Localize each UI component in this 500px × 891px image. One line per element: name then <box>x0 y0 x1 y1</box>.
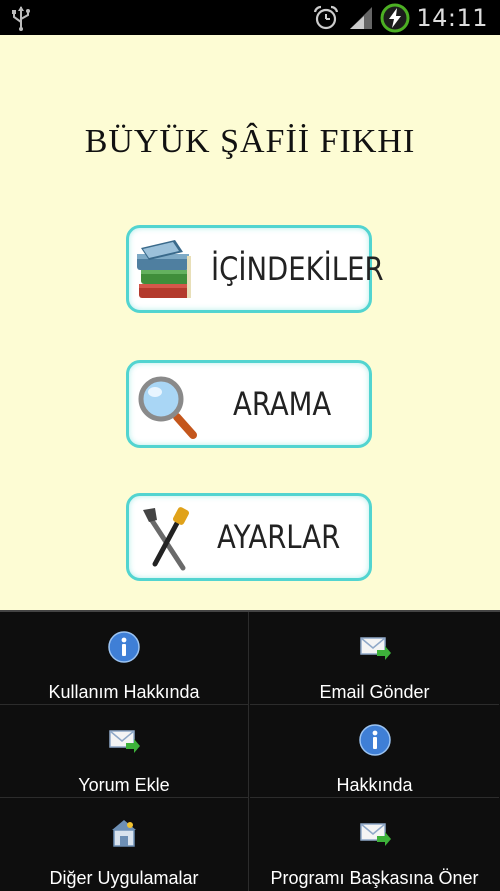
email-send-icon <box>359 637 391 660</box>
menu-label-usage-info: Kullanım Hakkında <box>48 682 200 702</box>
menu-label-about: Hakkında <box>336 775 413 795</box>
settings-button[interactable]: AYARLAR <box>126 493 372 581</box>
menu-label-send-email: Email Gönder <box>319 682 430 702</box>
search-button[interactable]: ARAMA <box>126 360 372 448</box>
options-menu: Kullanım Hakkında Email Gönder Yorum Ekl… <box>0 610 500 891</box>
app-title: BÜYÜK ŞÂFİİ FIKHI <box>84 123 416 160</box>
usb-icon <box>12 6 30 31</box>
menu-item-about[interactable]: Hakkında <box>250 705 499 798</box>
battery-charging-icon <box>380 3 410 32</box>
menu-item-send-email[interactable]: Email Gönder <box>250 612 499 705</box>
status-bar: 14:11 <box>0 0 500 35</box>
menu-item-recommend-app[interactable]: Programı Başkasına Öner <box>250 798 499 891</box>
main-screen: BÜYÜK ŞÂFİİ FIKHI İÇİNDEKİLER ARAMA AYAR… <box>0 35 500 610</box>
clock-time: 14:11 <box>416 3 488 32</box>
search-button-label: ARAMA <box>233 385 332 423</box>
info-icon <box>108 631 140 663</box>
menu-item-add-comment[interactable]: Yorum Ekle <box>0 705 249 798</box>
menu-label-add-comment: Yorum Ekle <box>78 775 170 795</box>
tools-icon <box>143 507 189 571</box>
alarm-icon <box>314 5 339 29</box>
settings-button-label: AYARLAR <box>217 518 341 556</box>
info-icon <box>358 724 391 756</box>
contents-button-label: İÇİNDEKİLER <box>211 250 384 288</box>
menu-item-other-apps[interactable]: Diğer Uygulamalar <box>0 798 249 891</box>
menu-label-recommend-app: Programı Başkasına Öner <box>270 868 479 888</box>
magnifier-icon <box>138 376 197 439</box>
apps-icon <box>112 820 136 847</box>
signal-icon <box>350 6 373 29</box>
menu-item-usage-info[interactable]: Kullanım Hakkında <box>0 612 249 705</box>
menu-label-other-apps: Diğer Uygulamalar <box>49 868 199 888</box>
email-send-icon <box>109 730 140 753</box>
books-icon <box>137 240 191 298</box>
contents-button[interactable]: İÇİNDEKİLER <box>126 225 384 313</box>
email-send-icon <box>359 823 391 846</box>
